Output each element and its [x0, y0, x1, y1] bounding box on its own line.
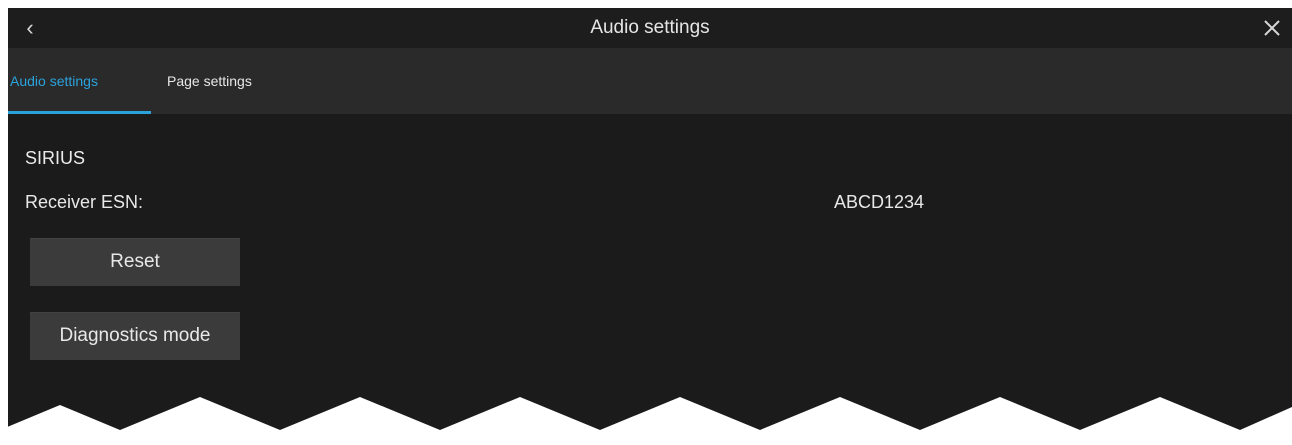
- receiver-esn-value: ABCD1234: [834, 192, 925, 212]
- tab-audio-settings[interactable]: Audio settings: [10, 73, 98, 89]
- tab-bar: Audio settings Page settings: [8, 48, 1292, 114]
- title-bar: ‹ Audio settings: [8, 8, 1292, 48]
- close-icon: [1264, 20, 1280, 36]
- torn-edge-decoration: [0, 397, 1292, 445]
- reset-button[interactable]: Reset: [30, 238, 240, 286]
- tab-page-settings[interactable]: Page settings: [167, 73, 252, 89]
- section-title-sirius: SIRIUS: [25, 148, 86, 168]
- app-window: ‹ Audio settings Audio settings Page set…: [8, 8, 1292, 445]
- receiver-esn-label: Receiver ESN:: [25, 192, 144, 212]
- diagnostics-mode-button[interactable]: Diagnostics mode: [30, 312, 240, 360]
- page-title: Audio settings: [590, 17, 710, 38]
- close-button[interactable]: [1258, 14, 1286, 42]
